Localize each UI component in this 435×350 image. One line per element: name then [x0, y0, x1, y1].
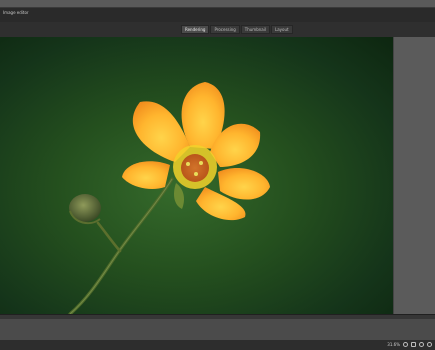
zoom-level: 31.6% [387, 342, 400, 347]
flower-photo [68, 82, 270, 314]
right-panel [393, 37, 435, 314]
tab-processing[interactable]: Processing [210, 25, 240, 34]
toolbar: Rendering Processing Thumbnail Layout [0, 22, 435, 38]
tab-rendering[interactable]: Rendering [181, 25, 210, 34]
fullscreen-icon[interactable] [419, 342, 424, 347]
image-canvas[interactable] [0, 37, 393, 314]
tab-thumbnail[interactable]: Thumbnail [240, 25, 270, 34]
status-controls: 31.6% [387, 342, 432, 347]
view-tabs: Rendering Processing Thumbnail Layout [181, 25, 293, 34]
refresh-icon[interactable] [403, 342, 408, 347]
fit-icon[interactable] [411, 342, 416, 347]
system-top-strip [0, 0, 435, 8]
app-title: Image editor [3, 10, 29, 15]
tab-layout[interactable]: Layout [270, 25, 293, 34]
filmstrip[interactable] [0, 319, 435, 341]
status-bar: 31.6% [0, 340, 435, 350]
settings-icon[interactable] [427, 342, 432, 347]
title-bar: Image editor [0, 8, 435, 22]
